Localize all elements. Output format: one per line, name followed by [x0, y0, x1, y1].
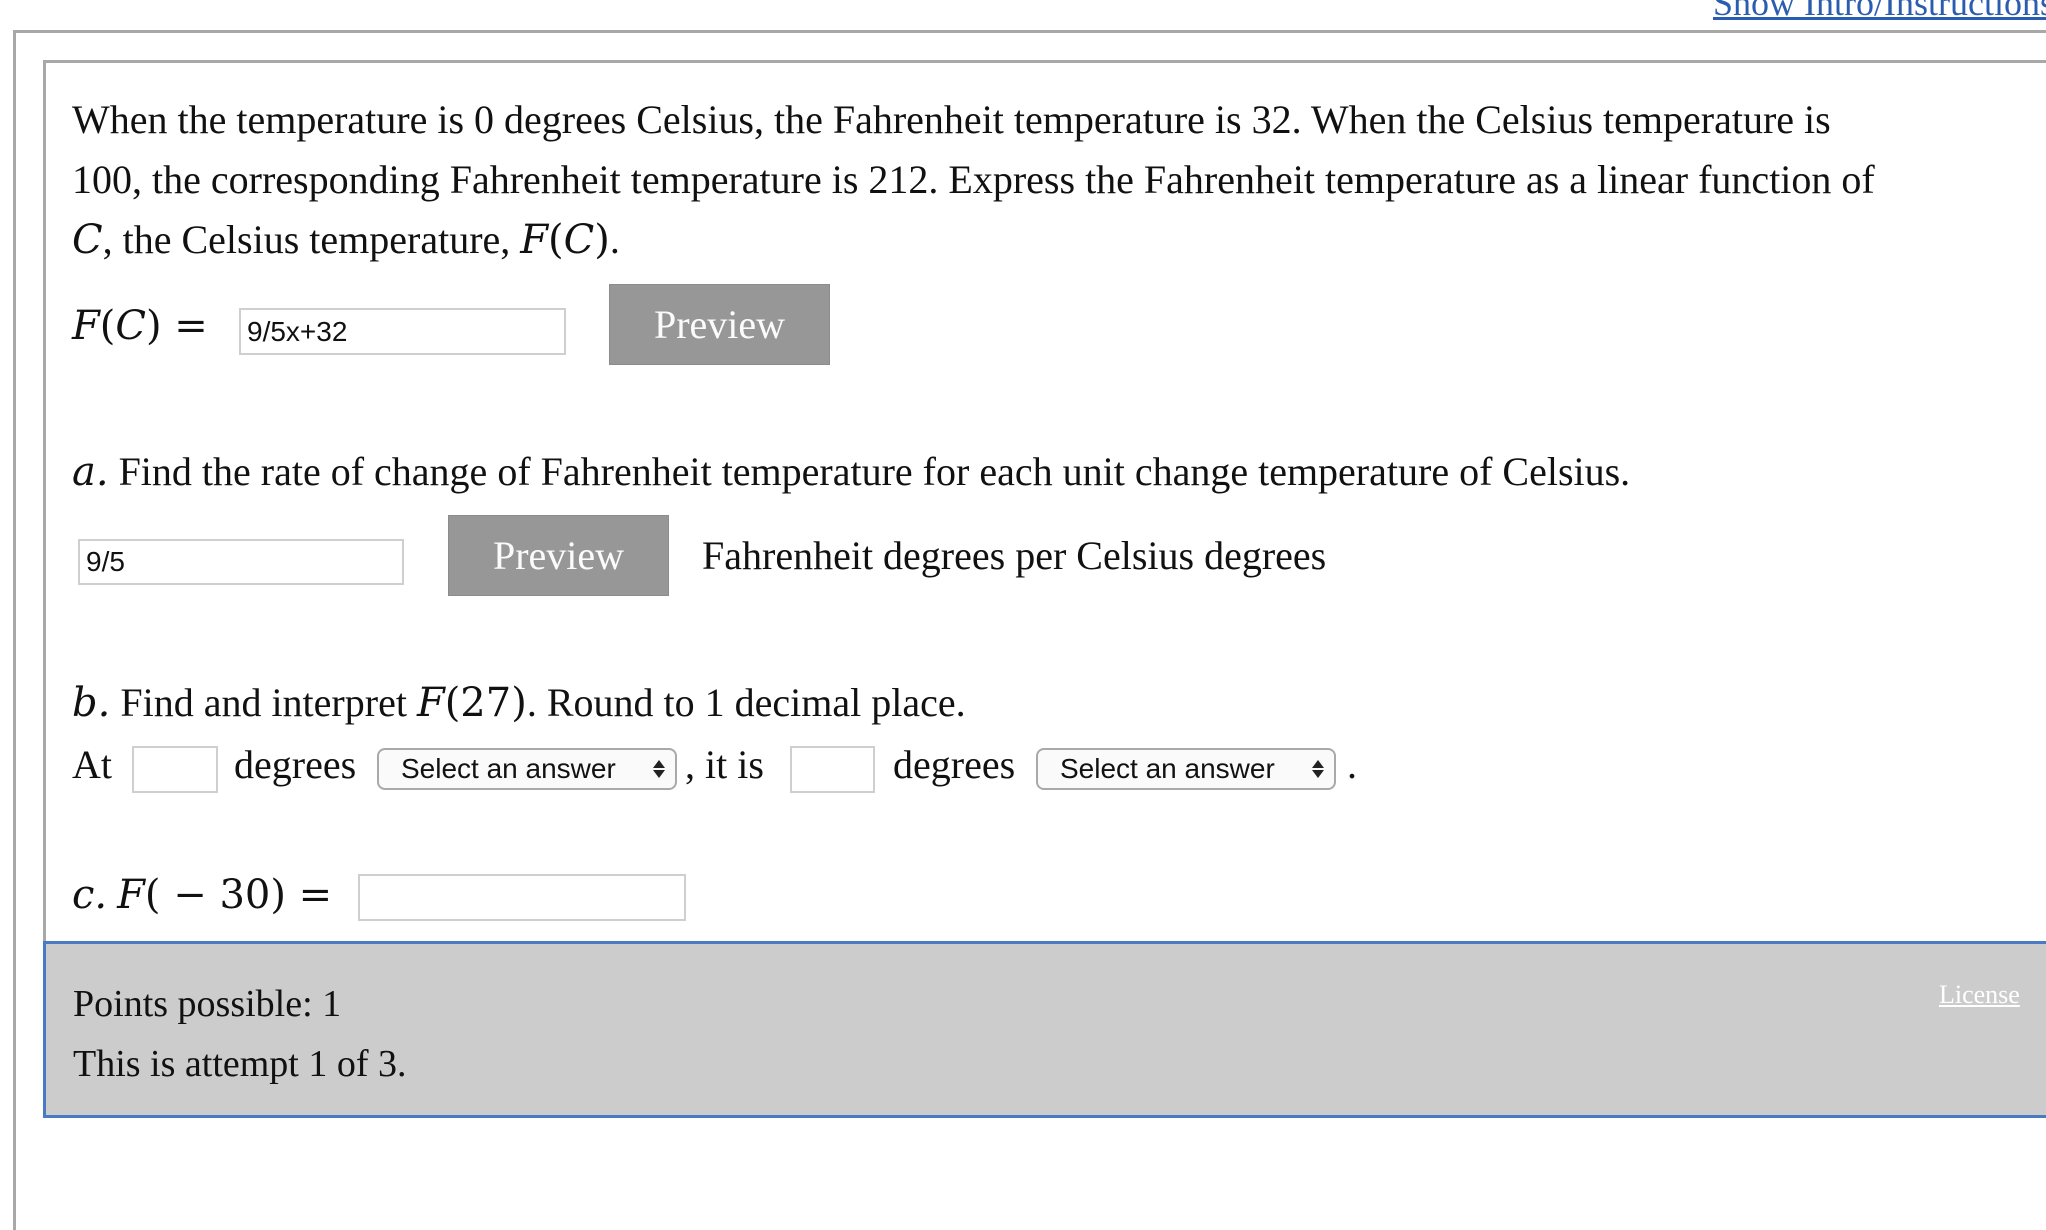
part-a-unit-text: Fahrenheit degrees per Celsius degrees: [702, 533, 1327, 578]
part-a-answer-input[interactable]: [78, 539, 404, 585]
question-prompt-line-3: C, the Celsius temperature, F(C).: [72, 210, 620, 270]
fc-arg: C: [115, 303, 146, 349]
part-c-arg: ( − 30): [144, 872, 286, 918]
question-prompt-line-1: When the temperature is 0 degrees Celsiu…: [72, 97, 1831, 142]
function-f: F: [520, 217, 549, 263]
part-b-arg: (27): [444, 680, 527, 726]
part-a-label: a.: [72, 449, 109, 495]
part-b-it-is-text: , it is: [685, 742, 764, 787]
license-link[interactable]: License: [1939, 980, 2020, 1010]
part-b-degrees-2: degrees: [893, 742, 1016, 787]
part-b-degrees-1: degrees: [234, 742, 357, 787]
question-prompt-line-2: 100, the corresponding Fahrenheit temper…: [72, 157, 1875, 202]
part-b-text-pre: Find and interpret: [120, 680, 417, 725]
part-b-text-post: . Round to 1 decimal place.: [526, 680, 966, 725]
select-value: Select an answer: [1060, 753, 1275, 784]
question-footer: Points possible: 1 This is attempt 1 of …: [43, 941, 2046, 1118]
part-a-text: Find the rate of change of Fahrenheit te…: [118, 449, 1631, 494]
fc-preview-button[interactable]: Preview: [609, 284, 830, 365]
select-arrows-icon: [1312, 760, 1324, 778]
paren-close: ): [145, 303, 162, 349]
part-b-unit-select-2[interactable]: Select an answer: [1036, 748, 1336, 790]
part-b-fn: F: [416, 680, 445, 726]
function-arg: C: [563, 217, 595, 263]
fc-answer-input[interactable]: [239, 308, 566, 355]
prompt-text: , the Celsius temperature,: [102, 217, 521, 262]
paren-open: (: [548, 217, 564, 263]
select-value: Select an answer: [401, 753, 616, 784]
part-b-label: b.: [72, 680, 111, 726]
part-b-end-period: .: [1347, 742, 1357, 787]
attempt-count: This is attempt 1 of 3.: [73, 1043, 407, 1085]
points-possible: Points possible: 1: [73, 983, 342, 1025]
part-b-unit-select-1[interactable]: Select an answer: [377, 748, 677, 790]
paren-open: (: [99, 303, 116, 349]
part-c-answer-input[interactable]: [358, 874, 686, 921]
part-b-at-text: At: [72, 742, 112, 787]
part-a-question: a. Find the rate of change of Fahrenheit…: [72, 442, 1630, 502]
part-c-equals: =: [285, 872, 333, 918]
part-c-fn: F: [117, 872, 145, 918]
part-b-celsius-input[interactable]: [132, 746, 218, 793]
variable-c: C: [72, 217, 103, 263]
fc-label: F(C) =: [72, 296, 208, 356]
part-c-label: c.: [72, 872, 108, 918]
select-arrows-icon: [653, 760, 665, 778]
prompt-end: .: [609, 217, 620, 262]
part-b-fahrenheit-input[interactable]: [790, 746, 875, 793]
fc-equals: =: [161, 303, 208, 349]
show-intro-instructions-link[interactable]: Show Intro/Instructions: [1713, 0, 2046, 24]
part-b-question: b. Find and interpret F(27). Round to 1 …: [72, 673, 966, 733]
part-c-question: c. F( − 30) =: [72, 865, 332, 925]
paren-close: ): [594, 217, 610, 263]
fc-fn: F: [72, 303, 100, 349]
part-a-preview-button[interactable]: Preview: [448, 515, 669, 596]
